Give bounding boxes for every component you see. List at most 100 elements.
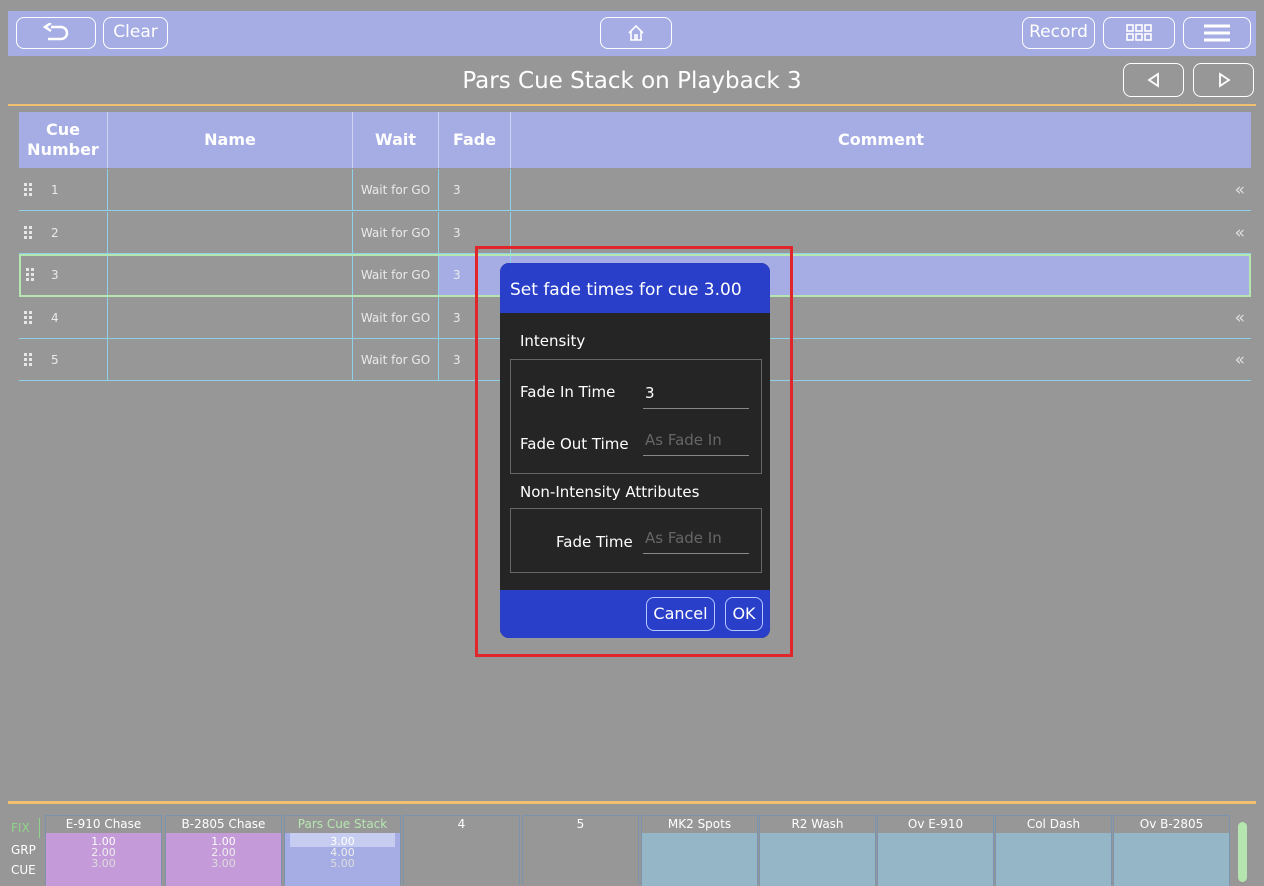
fade-times-dialog: Set fade times for cue 3.00 Intensity Fa…	[500, 263, 770, 638]
main-menu-button[interactable]	[1183, 17, 1251, 49]
playback-name: MK2 Spots	[667, 817, 732, 831]
undo-arrow-icon	[42, 21, 69, 41]
header-wait[interactable]: Wait	[353, 112, 439, 168]
triangle-right-icon	[1218, 72, 1231, 88]
home-button[interactable]	[600, 17, 672, 49]
cell-name[interactable]	[108, 256, 353, 295]
table-row[interactable]: 1 Wait for GO 3 «	[19, 169, 1251, 211]
cue-number: 3	[51, 268, 59, 282]
playback-cues	[996, 833, 1111, 886]
cell-comment[interactable]: «	[511, 169, 1251, 211]
ok-button[interactable]: OK	[725, 597, 763, 631]
playback-cues	[523, 833, 638, 886]
hamburger-menu-icon	[1204, 24, 1230, 42]
grid-icon	[1126, 24, 1152, 41]
cell-name[interactable]	[108, 169, 353, 211]
drag-handle-icon[interactable]	[24, 183, 33, 196]
playback-name: Pars Cue Stack	[297, 817, 388, 831]
grid-view-button[interactable]	[1103, 17, 1175, 49]
playback-cues: 1.00 2.00 3.00	[46, 833, 161, 886]
cell-name[interactable]	[108, 339, 353, 381]
playback-name: B-2805 Chase	[181, 817, 266, 831]
playback-cues: 1.00 2.00 3.00	[166, 833, 281, 886]
playback-10[interactable]: Ov B-2805	[1113, 815, 1230, 886]
playback-cues	[1114, 833, 1229, 886]
playback-1[interactable]: E-910 Chase 1.00 2.00 3.00	[45, 815, 162, 886]
top-toolbar: Clear Record	[8, 11, 1256, 56]
fade-out-label: Fade Out Time	[520, 435, 629, 453]
header-comment[interactable]: Comment	[511, 112, 1251, 168]
playback-name: Col Dash	[1026, 817, 1081, 831]
playback-6[interactable]: MK2 Spots	[641, 815, 758, 886]
cell-wait[interactable]: Wait for GO	[353, 297, 439, 339]
title-row: Pars Cue Stack on Playback 3	[8, 56, 1256, 106]
fade-time-label: Fade Time	[556, 533, 633, 551]
playback-2[interactable]: B-2805 Chase 1.00 2.00 3.00	[165, 815, 282, 886]
mode-separator	[39, 818, 40, 838]
clear-button[interactable]: Clear	[103, 17, 168, 49]
header-cue-number[interactable]: Cue Number	[19, 112, 108, 168]
playback-name: 5	[576, 817, 585, 831]
next-playback-button[interactable]	[1193, 63, 1254, 97]
playback-bar: FIX GRP CUE E-910 Chase 1.00 2.00 3.00 B…	[8, 801, 1256, 886]
playback-cues	[642, 833, 757, 886]
playback-cues	[760, 833, 875, 886]
cell-name[interactable]	[108, 212, 353, 254]
cell-cue-number: 2	[19, 212, 108, 254]
drag-handle-icon[interactable]	[24, 353, 33, 366]
cue-number: 5	[51, 353, 59, 367]
dialog-footer: Cancel OK	[500, 590, 770, 638]
cell-cue-number: 1	[19, 169, 108, 211]
intensity-group	[510, 359, 762, 474]
playback-name: 4	[457, 817, 466, 831]
expand-chevrons-icon[interactable]: «	[1235, 212, 1245, 254]
scroll-indicator[interactable]	[1238, 822, 1247, 882]
cue-number: 4	[51, 311, 59, 325]
drag-handle-icon[interactable]	[24, 311, 33, 324]
cell-cue-number: 3	[21, 256, 108, 295]
drag-handle-icon[interactable]	[26, 268, 35, 281]
page-title: Pars Cue Stack on Playback 3	[462, 68, 802, 94]
playback-8[interactable]: Ov E-910	[877, 815, 994, 886]
cue-mode-label[interactable]: CUE	[11, 863, 36, 877]
expand-chevrons-icon[interactable]: «	[1235, 169, 1245, 211]
playback-5[interactable]: 5	[522, 815, 639, 886]
cell-wait[interactable]: Wait for GO	[353, 212, 439, 254]
playback-9[interactable]: Col Dash	[995, 815, 1112, 886]
expand-chevrons-icon[interactable]: «	[1235, 339, 1245, 381]
cancel-button[interactable]: Cancel	[646, 597, 715, 631]
header-fade[interactable]: Fade	[439, 112, 511, 168]
playback-7[interactable]: R2 Wash	[759, 815, 876, 886]
header-name[interactable]: Name	[108, 112, 353, 168]
expand-chevrons-icon[interactable]: «	[1235, 297, 1245, 339]
fade-in-input[interactable]: 3	[643, 381, 749, 409]
playback-4[interactable]: 4	[403, 815, 520, 886]
grp-mode-label[interactable]: GRP	[11, 843, 36, 857]
playback-name: E-910 Chase	[65, 817, 142, 831]
fade-time-input[interactable]: As Fade In	[643, 526, 749, 554]
cell-cue-number: 4	[19, 297, 108, 339]
back-button[interactable]	[16, 17, 96, 49]
cell-cue-number: 5	[19, 339, 108, 381]
fix-mode-label[interactable]: FIX	[11, 821, 30, 835]
intensity-section-label: Intensity	[520, 332, 586, 350]
cell-wait[interactable]: Wait for GO	[353, 169, 439, 211]
cell-wait[interactable]: Wait for GO	[353, 256, 439, 295]
previous-playback-button[interactable]	[1123, 63, 1184, 97]
playback-cues: 3.00 4.00 5.00	[285, 833, 400, 886]
playback-3[interactable]: Pars Cue Stack 3.00 4.00 5.00	[284, 815, 401, 886]
dialog-title: Set fade times for cue 3.00	[500, 263, 770, 313]
record-button[interactable]: Record	[1022, 17, 1095, 49]
fade-in-label: Fade In Time	[520, 383, 616, 401]
cell-fade[interactable]: 3	[439, 169, 511, 211]
fade-out-input[interactable]: As Fade In	[643, 428, 749, 456]
cue-number: 2	[51, 226, 59, 240]
playback-name: Ov E-910	[907, 817, 964, 831]
playback-cues	[878, 833, 993, 886]
home-icon	[628, 24, 644, 41]
cue-number: 1	[51, 183, 59, 197]
cell-name[interactable]	[108, 297, 353, 339]
cell-wait[interactable]: Wait for GO	[353, 339, 439, 381]
drag-handle-icon[interactable]	[24, 226, 33, 239]
playback-name: Ov B-2805	[1139, 817, 1204, 831]
